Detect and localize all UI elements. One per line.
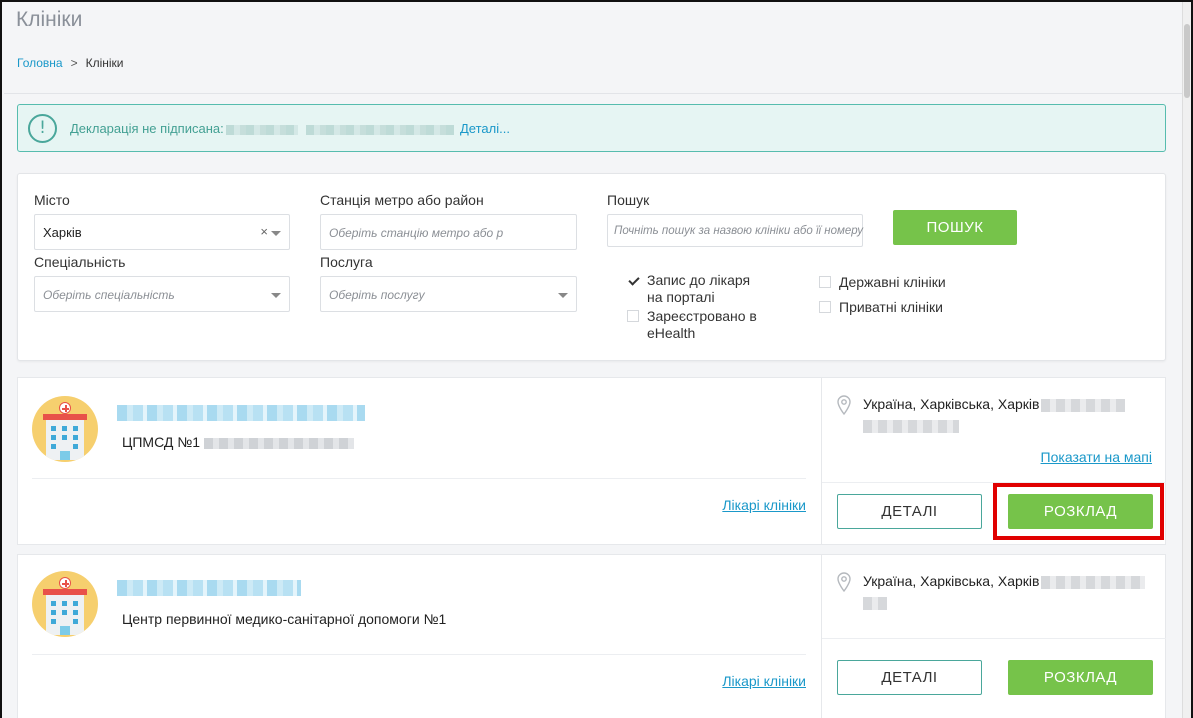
clinic-doctors-link[interactable]: Лікарі клініки: [722, 497, 806, 513]
search-label: Пошук: [607, 192, 650, 208]
redacted-text: [1041, 575, 1146, 589]
checkbox-label: Запис до лікаря на порталі: [647, 272, 751, 305]
specialty-placeholder: Оберіть спеціальність: [43, 288, 175, 302]
actions-divider: [822, 638, 1166, 639]
checkbox-unchecked[interactable]: [627, 310, 639, 322]
service-label: Послуга: [320, 254, 373, 270]
card-divider: [32, 478, 806, 479]
checkbox-private-clinics[interactable]: Приватні клініки: [819, 299, 979, 317]
city-label: Місто: [34, 192, 70, 208]
highlight-box: [993, 483, 1164, 540]
alert-text: Декларація не підписана:: [70, 121, 224, 136]
metro-select[interactable]: Оберіть станцію метро або р: [320, 214, 577, 250]
service-select[interactable]: Оберіть послугу: [320, 276, 577, 312]
alert-message: Декларація не підписана:: [70, 121, 456, 136]
checkbox-label: Приватні клініки: [839, 299, 943, 315]
chevron-down-icon: [271, 231, 281, 236]
clear-icon[interactable]: ×: [260, 224, 268, 239]
schedule-button[interactable]: РОЗКЛАД: [1008, 660, 1153, 695]
redacted-text: [863, 420, 959, 433]
checkbox-label: Зареєстровано в eHealth: [647, 308, 757, 341]
redacted-text: [204, 437, 355, 449]
specialty-label: Спеціальність: [34, 254, 126, 270]
checkbox-unchecked[interactable]: [819, 301, 831, 313]
chevron-down-icon: [558, 293, 568, 298]
redacted-text: [863, 597, 887, 610]
clinic-address: Україна, Харківська, Харків: [863, 396, 1126, 433]
city-select[interactable]: Харків ×: [34, 214, 290, 250]
search-placeholder: Почніть пошук за назвою клініки або її н…: [614, 225, 864, 237]
hospital-icon: [32, 571, 98, 637]
clinic-address: Україна, Харківська, Харків: [863, 573, 1146, 610]
checkbox-label: Державні клініки: [839, 274, 946, 290]
checkbox-state-clinics[interactable]: Державні клініки: [819, 274, 979, 292]
filters-panel: Місто Харків × Станція метро або район О…: [17, 173, 1166, 361]
clinic-card-actions: Україна, Харківська, Харків ДЕТАЛІ РОЗКЛ…: [821, 555, 1166, 718]
page-title: Клініки: [16, 8, 83, 31]
checkbox-ehealth[interactable]: Зареєстровано в eHealth: [627, 308, 787, 344]
checkbox-unchecked[interactable]: [819, 276, 831, 288]
metro-label: Станція метро або район: [320, 192, 484, 208]
clinic-subtitle: ЦПМСД №1: [122, 434, 355, 450]
clinic-name-redacted[interactable]: [117, 580, 301, 596]
show-on-map-link[interactable]: Показати на мапі: [1041, 449, 1152, 465]
chevron-down-icon: [271, 293, 281, 298]
checkbox-portal-booking[interactable]: Запис до лікаря на порталі: [627, 272, 787, 308]
info-exclamation-icon: !: [28, 114, 57, 143]
clinic-card: Центр первинної медико-санітарної допомо…: [17, 554, 1166, 718]
breadcrumb: Головна > Клініки: [17, 56, 124, 70]
breadcrumb-separator: >: [70, 56, 78, 70]
map-pin-icon: [837, 572, 851, 592]
service-placeholder: Оберіть послугу: [329, 288, 425, 302]
search-input[interactable]: Почніть пошук за назвою клініки або її н…: [607, 214, 863, 247]
specialty-select[interactable]: Оберіть спеціальність: [34, 276, 290, 312]
redacted-text: [1041, 398, 1126, 412]
redacted-text: [305, 124, 454, 135]
city-value: Харків: [43, 225, 82, 240]
scrollbar-thumb[interactable]: [1184, 24, 1190, 98]
metro-placeholder: Оберіть станцію метро або р: [329, 226, 504, 240]
clinic-doctors-link[interactable]: Лікарі клініки: [722, 673, 806, 689]
clinic-name-redacted[interactable]: [117, 405, 365, 421]
alert-details-link[interactable]: Деталі...: [460, 121, 510, 136]
browser-viewport: Клініки Головна > Клініки ! Декларація не …: [0, 0, 1193, 718]
header-divider: [4, 93, 1182, 94]
details-button[interactable]: ДЕТАЛІ: [837, 494, 982, 529]
page-scrollbar[interactable]: [1182, 2, 1191, 718]
declaration-alert: ! Декларація не підписана: Деталі...: [17, 104, 1166, 152]
clinic-subtitle: Центр первинної медико-санітарної допомо…: [122, 611, 447, 627]
details-button[interactable]: ДЕТАЛІ: [837, 660, 982, 695]
redacted-text: [225, 124, 298, 135]
map-pin-icon: [837, 395, 851, 415]
hospital-icon: [32, 396, 98, 462]
checkbox-checked[interactable]: [627, 274, 639, 286]
card-divider: [32, 654, 806, 655]
search-button[interactable]: ПОШУК: [893, 210, 1017, 245]
breadcrumb-current: Клініки: [85, 56, 124, 70]
breadcrumb-home-link[interactable]: Головна: [17, 56, 63, 70]
